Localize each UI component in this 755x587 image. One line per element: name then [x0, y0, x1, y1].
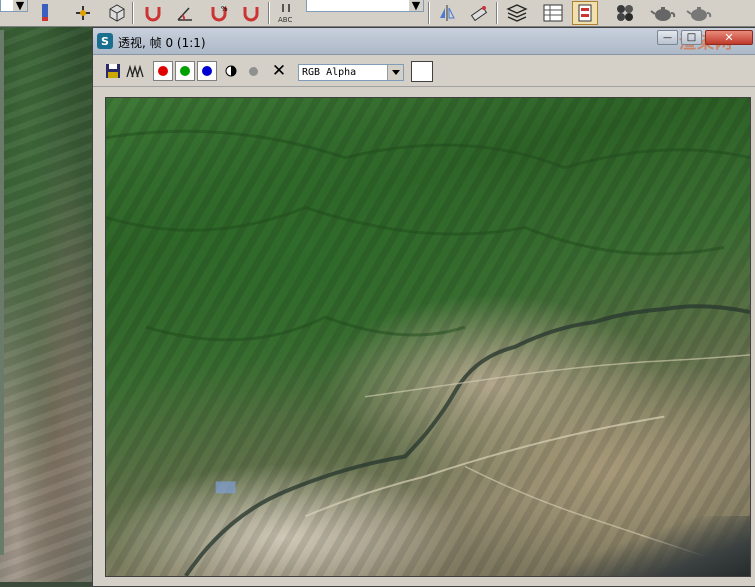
blue-channel-icon	[202, 66, 212, 76]
frame-toolbar: ✕ RGB Alpha	[93, 55, 755, 87]
rendered-frame-window: S 透视, 帧 0 (1:1) 渲染网 — □ ✕ ✕ RGB Alpha	[92, 27, 755, 587]
curve-editor-icon[interactable]	[572, 1, 598, 25]
text-abc-icon[interactable]: ABC	[276, 1, 302, 25]
move-gizmo-icon[interactable]	[70, 1, 96, 25]
background-viewport[interactable]	[0, 27, 92, 582]
monochrome-button[interactable]	[243, 61, 263, 81]
close-button[interactable]: ✕	[705, 30, 753, 45]
paint-icon[interactable]	[32, 1, 58, 25]
clone-window-button[interactable]	[125, 61, 145, 81]
alpha-channel-button[interactable]	[221, 61, 241, 81]
water-area	[550, 516, 750, 576]
chevron-down-icon: ▼	[13, 0, 27, 12]
close-icon: ✕	[724, 31, 734, 44]
mirror-icon[interactable]	[434, 1, 460, 25]
window-titlebar[interactable]: S 透视, 帧 0 (1:1) 渲染网 — □ ✕	[93, 28, 755, 55]
window-title: 透视, 帧 0 (1:1)	[118, 36, 206, 50]
gray-dot-icon	[248, 66, 258, 76]
maximize-icon: □	[686, 32, 697, 43]
save-image-button[interactable]	[103, 61, 123, 81]
named-selection-dropdown[interactable]: ▼	[306, 0, 424, 12]
layers-icon[interactable]	[504, 1, 530, 25]
toolbar-separator	[268, 2, 270, 24]
percent-snap-icon[interactable]: %	[206, 1, 232, 25]
chevron-down-icon	[387, 65, 403, 80]
chevron-down-icon: ▼	[409, 0, 423, 12]
color-swatch[interactable]	[411, 61, 433, 82]
toolbar-separator	[132, 2, 134, 24]
svg-text:%: %	[221, 5, 228, 13]
green-channel-button[interactable]	[175, 61, 195, 81]
box-icon[interactable]	[104, 1, 130, 25]
align-icon[interactable]	[466, 1, 492, 25]
material-editor-icon[interactable]	[612, 1, 638, 25]
teapot-render-icon[interactable]	[648, 1, 678, 25]
schematic-icon[interactable]	[540, 1, 566, 25]
red-channel-button[interactable]	[153, 61, 173, 81]
terrain-features	[106, 129, 750, 576]
minimize-icon: —	[663, 32, 672, 43]
channel-select-value: RGB Alpha	[302, 67, 357, 78]
half-circle-icon	[225, 65, 237, 77]
svg-text:ABC: ABC	[278, 16, 292, 24]
angle-snap-icon[interactable]	[172, 1, 198, 25]
maximize-button[interactable]: □	[681, 30, 702, 45]
rendered-image	[105, 97, 751, 577]
clear-icon: ✕	[271, 61, 287, 81]
spinner-snap-icon[interactable]	[238, 1, 264, 25]
teapot-quick-render-icon[interactable]	[684, 1, 714, 25]
toolbar-separator	[428, 2, 430, 24]
viewport-edge-bar	[0, 30, 4, 555]
magnet-icon[interactable]	[140, 1, 166, 25]
floppy-disk-icon	[106, 64, 120, 78]
green-channel-icon	[180, 66, 190, 76]
toolbar-separator	[496, 2, 498, 24]
blue-channel-button[interactable]	[197, 61, 217, 81]
selection-filter-dropdown[interactable]: ▼	[0, 0, 28, 12]
app-logo-icon: S	[97, 33, 113, 49]
minimize-button[interactable]: —	[657, 30, 678, 45]
clear-button[interactable]: ✕	[269, 61, 289, 81]
clone-icon	[126, 64, 144, 78]
channel-select[interactable]: RGB Alpha	[298, 64, 404, 81]
red-channel-icon	[158, 66, 168, 76]
main-toolbar: ▼ % ABC ▼	[0, 0, 755, 27]
